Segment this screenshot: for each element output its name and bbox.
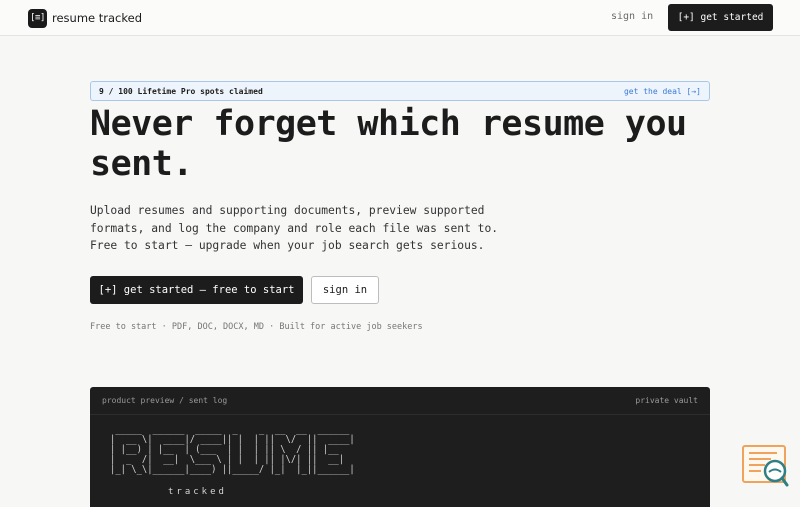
hero-headline: Never forget which resume you sent. xyxy=(90,104,687,184)
get-started-free-button[interactable]: [+] get started — free to start xyxy=(90,276,303,304)
preview-breadcrumb: product preview / sent log xyxy=(102,396,228,405)
brand[interactable]: [≡] resume tracked xyxy=(28,8,142,28)
hero-lead: Upload resumes and supporting documents,… xyxy=(90,204,499,252)
brand-name: resume tracked xyxy=(52,11,142,25)
search-document-icon[interactable] xyxy=(741,445,789,490)
get-deal-link[interactable]: get the deal [→] xyxy=(624,87,701,96)
ascii-logo-art: _____ ______ _____ _ _ __ __ ______ | __… xyxy=(110,424,355,475)
ascii-subtitle: tracked xyxy=(168,487,227,497)
nav-sign-in-link[interactable]: sign in xyxy=(611,11,653,22)
private-vault-label: private vault xyxy=(635,396,698,405)
top-navbar: [≡] resume tracked sign in [+] get start… xyxy=(0,0,800,36)
preview-header: product preview / sent log private vault xyxy=(90,387,710,415)
hero-meta-text: Free to start · PDF, DOC, DOCX, MD · Bui… xyxy=(90,322,423,332)
product-preview-panel: product preview / sent log private vault… xyxy=(90,387,710,507)
brand-logo-icon: [≡] xyxy=(28,8,47,28)
hero-sign-in-button[interactable]: sign in xyxy=(311,276,379,304)
lifetime-pro-banner: 9 / 100 Lifetime Pro spots claimed get t… xyxy=(90,81,710,101)
banner-text: 9 / 100 Lifetime Pro spots claimed xyxy=(99,86,263,96)
nav-get-started-button[interactable]: [+] get started xyxy=(668,4,773,31)
